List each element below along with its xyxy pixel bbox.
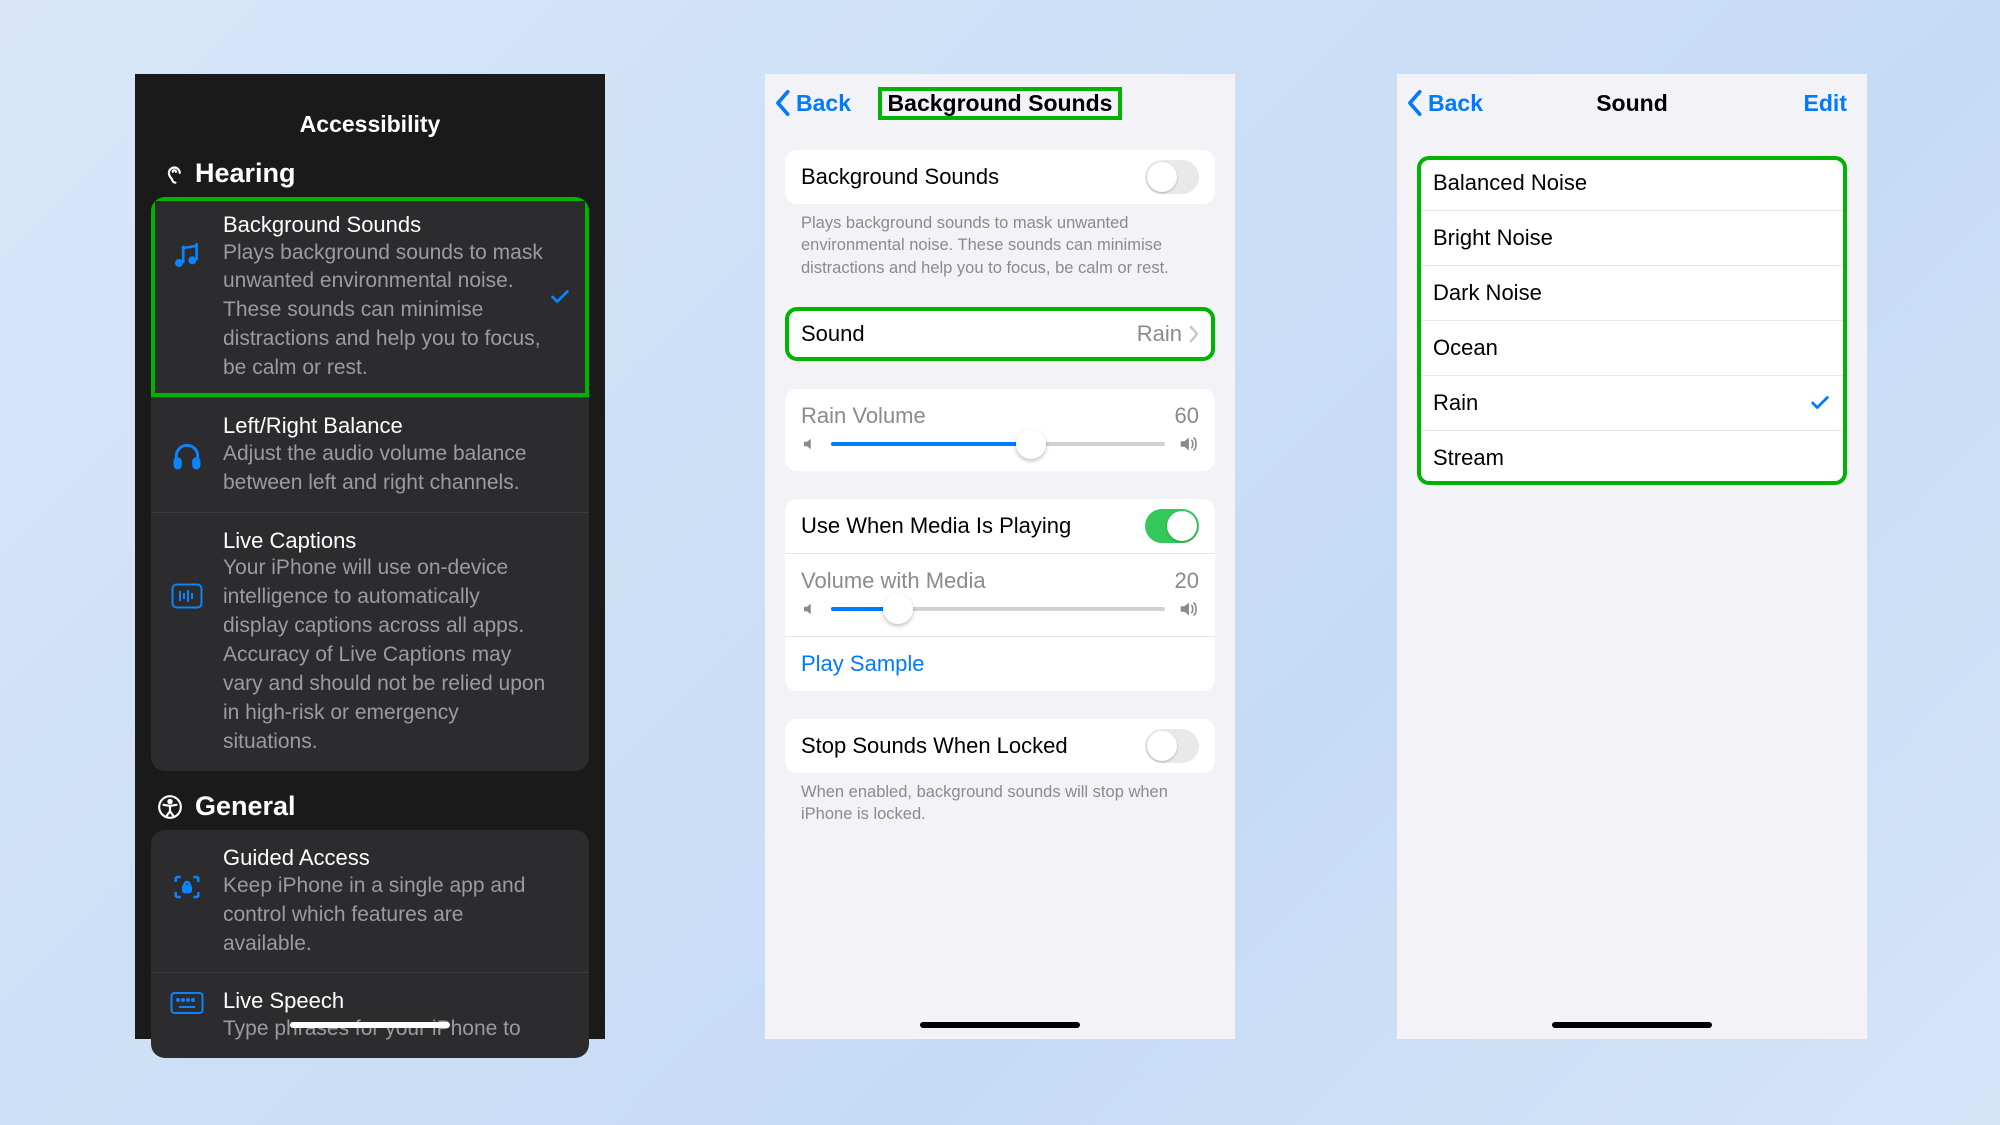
vol-with-media-value: 20 [1175, 568, 1199, 594]
sound-option-label: Ocean [1433, 335, 1831, 361]
home-indicator[interactable] [290, 1022, 450, 1028]
toggle[interactable] [1145, 509, 1199, 543]
toggle[interactable] [1145, 729, 1199, 763]
sound-option[interactable]: Dark Noise [1417, 265, 1847, 320]
nav-bar: Back Background Sounds [765, 74, 1235, 132]
checkmark-icon [1809, 392, 1831, 414]
vol-with-media-slider[interactable] [831, 607, 1165, 611]
bg-toggle-card: Background Sounds [785, 150, 1215, 204]
rain-volume-slider[interactable] [831, 442, 1165, 446]
sound-options-card: Balanced Noise Bright Noise Dark Noise Ocea… [1417, 156, 1847, 485]
edit-button[interactable]: Edit [1804, 74, 1847, 132]
chevron-left-icon [1407, 89, 1424, 117]
row-live-captions[interactable]: Live Captions Your iPhone will use on-de… [151, 512, 589, 771]
sound-option[interactable]: Stream [1417, 430, 1847, 485]
headphones-icon [163, 412, 211, 472]
rain-volume-label: Rain Volume [801, 403, 926, 429]
play-sample-button[interactable]: Play Sample [785, 637, 1215, 691]
volume-high-icon [1177, 433, 1199, 455]
sound-value: Rain [1137, 321, 1182, 347]
back-button[interactable]: Back [775, 74, 851, 132]
nav-title: Sound [1596, 90, 1668, 117]
accessibility-icon [155, 794, 185, 820]
music-notes-icon [163, 211, 211, 271]
rain-volume-value: 60 [1175, 403, 1199, 429]
row-desc: Adjust the audio volume balance between … [223, 440, 549, 498]
sound-option-label: Balanced Noise [1433, 170, 1831, 196]
sound-option-label: Bright Noise [1433, 225, 1831, 251]
keyboard-icon [163, 987, 211, 1015]
nav-title: Background Sounds [878, 87, 1123, 120]
stop-locked-card: Stop Sounds When Locked [785, 719, 1215, 773]
row-title: Left/Right Balance [223, 412, 549, 440]
media-card: Use When Media Is Playing Volume with Me… [785, 499, 1215, 691]
toggle[interactable] [1145, 160, 1199, 194]
hearing-card: Background Sounds Plays background sound… [151, 197, 589, 771]
phone-sound: Back Sound Edit Balanced Noise Bright Noi… [1397, 74, 1867, 1039]
home-indicator[interactable] [1552, 1022, 1712, 1028]
ear-icon [155, 161, 185, 187]
row-desc: Plays background sounds to mask unwanted… [223, 239, 549, 384]
volume-high-icon [1177, 598, 1199, 620]
back-button[interactable]: Back [1407, 74, 1483, 132]
sound-option[interactable]: Ocean [1417, 320, 1847, 375]
row-title: Live Speech [223, 987, 549, 1015]
volume-low-icon [801, 435, 819, 453]
sound-option[interactable]: Balanced Noise [1417, 156, 1847, 210]
section-hearing: Hearing [151, 158, 589, 197]
captions-icon [163, 527, 211, 609]
sound-option-label: Dark Noise [1433, 280, 1831, 306]
row-title: Live Captions [223, 527, 549, 555]
chevron-left-icon [775, 89, 792, 117]
row-guided-access[interactable]: Guided Access Keep iPhone in a single ap… [151, 830, 589, 972]
row-desc: Your iPhone will use on-device intellige… [223, 554, 549, 757]
row-desc: Type phrases for your iPhone to [223, 1015, 549, 1044]
sound-option[interactable]: Rain [1417, 375, 1847, 430]
row-title: Background Sounds [223, 211, 549, 239]
phone-background-sounds: Back Background Sounds Background Sounds… [765, 74, 1235, 1039]
row-background-sounds[interactable]: Background Sounds Plays background sound… [151, 197, 589, 397]
vol-with-media-label: Volume with Media [801, 568, 986, 594]
stop-locked-footer: When enabled, background sounds will sto… [785, 773, 1215, 826]
home-indicator[interactable] [920, 1022, 1080, 1028]
row-use-when-media[interactable]: Use When Media Is Playing [785, 499, 1215, 553]
checkmark-icon [549, 286, 571, 308]
sound-option-label: Stream [1433, 445, 1831, 471]
phone-accessibility: Accessibility Hearing [135, 74, 605, 1039]
sound-row-card: Sound Rain [785, 307, 1215, 361]
row-title: Guided Access [223, 844, 549, 872]
row-live-speech[interactable]: Live Speech Type phrases for your iPhone… [151, 972, 589, 1057]
bg-sounds-footer: Plays background sounds to mask unwanted… [785, 204, 1215, 279]
lock-app-icon [163, 844, 211, 902]
row-stop-when-locked[interactable]: Stop Sounds When Locked [785, 719, 1215, 773]
row-left-right-balance[interactable]: Left/Right Balance Adjust the audio volu… [151, 397, 589, 511]
volume-low-icon [801, 600, 819, 618]
row-sound[interactable]: Sound Rain [785, 307, 1215, 361]
chevron-right-icon [1188, 325, 1199, 343]
section-general: General [151, 791, 589, 830]
row-bg-sounds-toggle[interactable]: Background Sounds [785, 150, 1215, 204]
rain-volume-card: Rain Volume 60 [785, 389, 1215, 471]
nav-title: Accessibility [135, 74, 605, 158]
sound-option-label: Rain [1433, 390, 1809, 416]
sound-option[interactable]: Bright Noise [1417, 210, 1847, 265]
row-desc: Keep iPhone in a single app and control … [223, 872, 549, 959]
nav-bar: Back Sound Edit [1397, 74, 1867, 132]
